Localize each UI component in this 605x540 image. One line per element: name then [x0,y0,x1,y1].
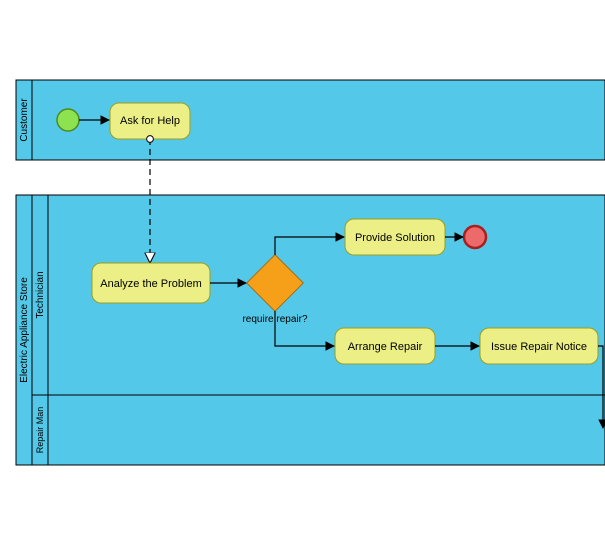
task-provide-solution-label: Provide Solution [355,232,435,244]
end-event[interactable] [464,226,486,248]
task-ask-for-help[interactable]: Ask for Help [110,103,190,139]
task-analyze-problem[interactable]: Analyze the Problem [92,263,210,303]
lane-repairman-title: Repair Man [35,407,45,454]
task-issue-repair-notice-label: Issue Repair Notice [491,341,587,353]
start-event[interactable] [57,109,79,131]
task-provide-solution[interactable]: Provide Solution [345,219,445,255]
task-analyze-problem-label: Analyze the Problem [100,278,202,290]
task-arrange-repair-label: Arrange Repair [348,341,423,353]
task-ask-for-help-label: Ask for Help [120,115,180,127]
pool-store-title: Electric Appliance Store [19,277,30,383]
lane-technician-title: Technician [35,271,46,318]
task-arrange-repair[interactable]: Arrange Repair [335,328,435,364]
lane-repairman[interactable] [48,395,605,465]
task-issue-repair-notice[interactable]: Issue Repair Notice [480,328,598,364]
pool-customer-title: Customer [19,98,30,142]
bpmn-diagram: Customer Electric Appliance Store Techni… [0,0,605,540]
